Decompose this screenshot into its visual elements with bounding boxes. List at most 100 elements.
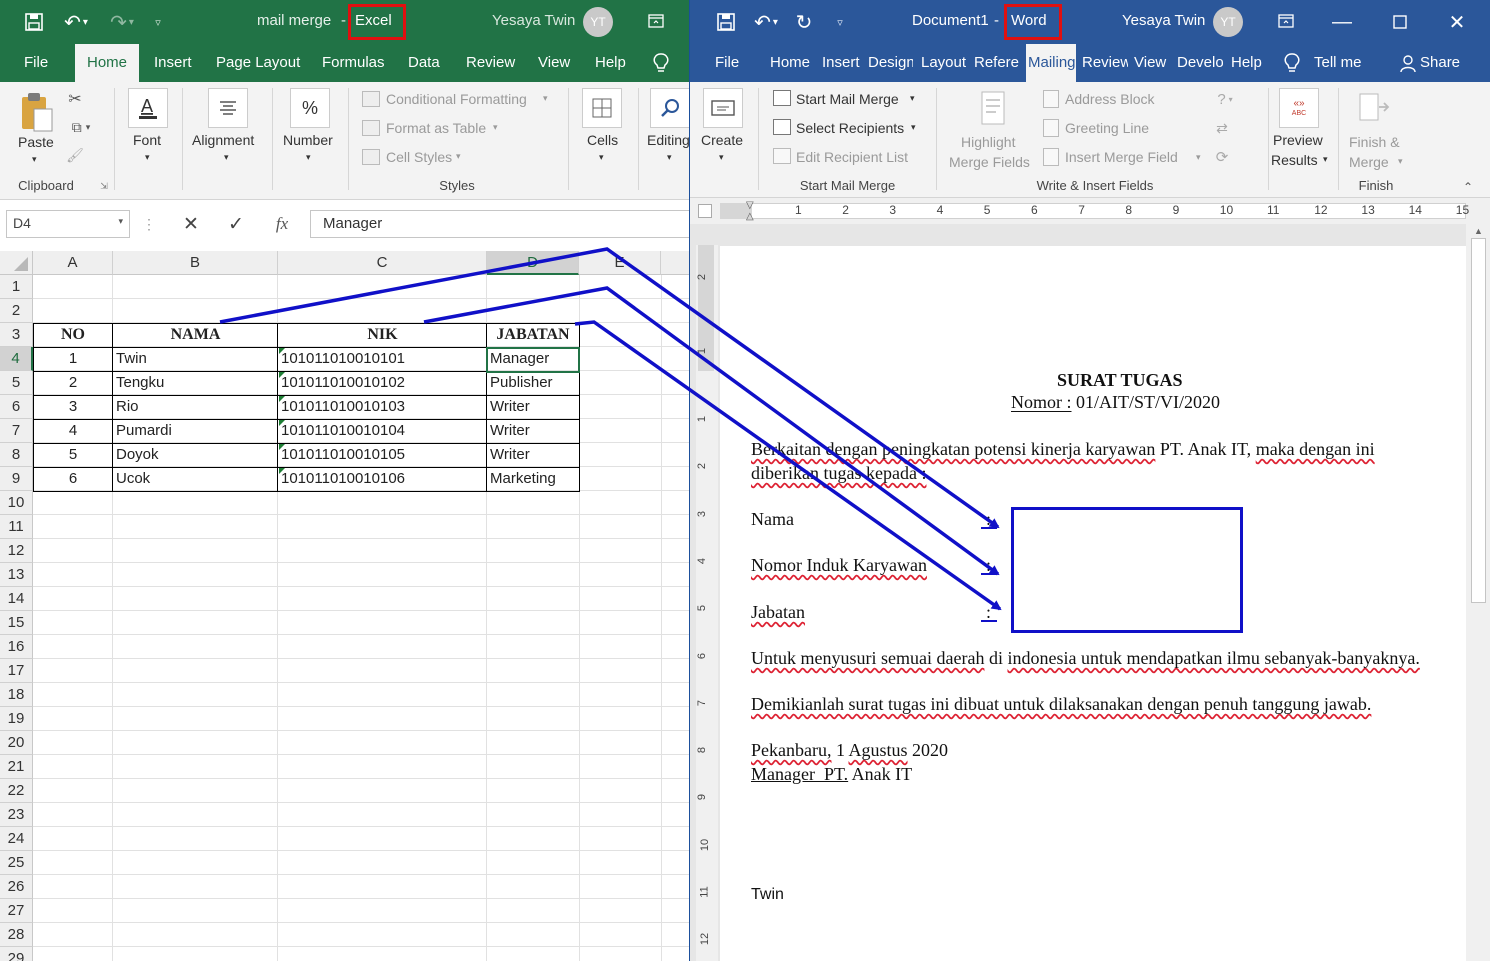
table-cell-jabatan[interactable]: Marketing	[487, 467, 579, 491]
close-icon[interactable]: ✕	[1445, 10, 1469, 34]
tab-insert[interactable]: Insert	[822, 44, 860, 82]
start-mail-merge-button[interactable]: Start Mail Merge	[796, 91, 899, 107]
number-as-text-indicator[interactable]	[279, 444, 285, 450]
row-header[interactable]: 12	[0, 539, 33, 563]
row-header[interactable]: 14	[0, 587, 33, 611]
row-header[interactable]: 6	[0, 395, 33, 419]
table-cell-nama[interactable]: Twin	[113, 347, 278, 371]
tab-page-layout[interactable]: Page Layout	[216, 44, 300, 82]
row-header[interactable]: 21	[0, 755, 33, 779]
number-as-text-indicator[interactable]	[279, 348, 285, 354]
row-header[interactable]: 3	[0, 323, 33, 347]
envelope-icon[interactable]	[703, 88, 743, 128]
tab-insert[interactable]: Insert	[154, 44, 192, 82]
editing-button[interactable]: Editing	[647, 132, 689, 148]
alignment-dropdown-icon[interactable]: ▾	[224, 152, 229, 163]
column-header-d[interactable]: D	[487, 251, 579, 275]
number-as-text-indicator[interactable]	[279, 420, 285, 426]
row-header[interactable]: 1	[0, 275, 33, 299]
row-header[interactable]: 29	[0, 947, 33, 961]
preview-results-button[interactable]: Preview	[1273, 132, 1323, 148]
paste-dropdown-icon[interactable]: ▾	[32, 154, 37, 165]
insert-merge-field-button[interactable]: Insert Merge Field	[1065, 149, 1178, 165]
tab-developer[interactable]: Developer	[1177, 44, 1223, 82]
avatar[interactable]: YT	[583, 7, 613, 37]
vertical-scrollbar[interactable]: ▲	[1466, 224, 1490, 961]
table-cell-nama[interactable]: Ucok	[113, 467, 278, 491]
table-cell-no[interactable]: 4	[33, 419, 113, 443]
select-all-corner[interactable]	[0, 251, 33, 275]
address-block-button[interactable]: Address Block	[1065, 91, 1154, 107]
tab-formulas[interactable]: Formulas	[322, 44, 385, 82]
table-cell-nik[interactable]: 101011010010105	[278, 443, 487, 467]
row-header[interactable]: 26	[0, 875, 33, 899]
table-cell-no[interactable]: 5	[33, 443, 113, 467]
editing-dropdown-icon[interactable]: ▾	[667, 152, 672, 163]
cut-icon[interactable]: ✂	[66, 90, 84, 108]
select-recipients-button[interactable]: Select Recipients	[796, 120, 904, 136]
row-header[interactable]: 17	[0, 659, 33, 683]
select-recipients-dropdown-icon[interactable]: ▾	[911, 122, 916, 133]
tab-mailings[interactable]: Mailings	[1026, 44, 1076, 82]
start-mail-merge-dropdown-icon[interactable]: ▾	[910, 93, 915, 104]
row-header[interactable]: 22	[0, 779, 33, 803]
paste-button[interactable]: Paste	[18, 134, 54, 150]
table-cell-jabatan[interactable]: Writer	[487, 443, 579, 467]
finish-merge-dropdown-icon[interactable]: ▾	[1398, 156, 1403, 167]
table-cell-nama[interactable]: Pumardi	[113, 419, 278, 443]
table-cell-no[interactable]: 6	[33, 467, 113, 491]
edit-recipient-list-button[interactable]: Edit Recipient List	[796, 149, 908, 165]
indent-marker[interactable]: △	[746, 211, 754, 222]
create-dropdown-icon[interactable]: ▾	[719, 152, 724, 163]
column-header-e[interactable]: E	[579, 251, 661, 275]
avatar[interactable]: YT	[1213, 7, 1243, 37]
conditional-formatting-dropdown-icon[interactable]: ▾	[543, 93, 548, 104]
formula-input[interactable]: Manager	[310, 210, 689, 238]
row-header[interactable]: 11	[0, 515, 33, 539]
tab-layout[interactable]: Layout	[921, 44, 967, 82]
format-as-table-button[interactable]: Format as Table	[386, 120, 486, 136]
tab-data[interactable]: Data	[408, 44, 440, 82]
row-header[interactable]: 10	[0, 491, 33, 515]
tab-view[interactable]: View	[1134, 44, 1170, 82]
table-cell-jabatan[interactable]: Writer	[487, 395, 579, 419]
cell-styles-button[interactable]: Cell Styles	[386, 149, 452, 165]
insert-function-icon[interactable]: fx	[268, 212, 296, 236]
create-button[interactable]: Create	[701, 132, 743, 148]
tab-file[interactable]: File	[24, 44, 48, 82]
tab-file[interactable]: File	[715, 44, 739, 82]
customize-qat-icon[interactable]: ▿	[148, 10, 168, 34]
finish-merge-button-line2[interactable]: Merge	[1349, 154, 1389, 170]
lightbulb-icon[interactable]	[1281, 52, 1303, 74]
share-icon[interactable]	[1398, 53, 1418, 75]
preview-results-icon[interactable]: «» ABC	[1279, 88, 1319, 128]
redo-icon[interactable]: ↷ ▾	[104, 10, 140, 34]
document-page[interactable]: SURAT TUGAS Nomor : 01/AIT/ST/VI/2020 Be…	[720, 246, 1466, 961]
row-header[interactable]: 28	[0, 923, 33, 947]
lightbulb-icon[interactable]	[650, 52, 672, 74]
row-header[interactable]: 2	[0, 299, 33, 323]
copy-icon[interactable]: ⧉ ▾	[64, 118, 98, 136]
row-header[interactable]: 27	[0, 899, 33, 923]
cancel-icon[interactable]: ✕	[180, 212, 202, 236]
indent-marker[interactable]: ▽	[746, 200, 754, 211]
greeting-line-button[interactable]: Greeting Line	[1065, 120, 1149, 136]
repeat-icon[interactable]: ↻	[792, 10, 816, 34]
cells-button[interactable]: Cells	[587, 132, 618, 148]
collapse-ribbon-icon[interactable]: ⌃	[1460, 180, 1476, 194]
save-icon[interactable]	[714, 10, 738, 34]
undo-icon[interactable]: ↶ ▾	[58, 10, 94, 34]
row-header[interactable]: 8	[0, 443, 33, 467]
horizontal-ruler[interactable]: ▽ △ 1 2 3 4 5 6 7 8 9 10 11 12 13 14 15	[690, 198, 1490, 224]
font-color-icon[interactable]: A	[128, 88, 168, 128]
highlight-merge-fields-button-line2[interactable]: Merge Fields	[949, 154, 1030, 170]
find-icon[interactable]	[650, 88, 689, 128]
row-header[interactable]: 9	[0, 467, 33, 491]
share-button[interactable]: Share	[1420, 44, 1460, 82]
user-name[interactable]: Yesaya Twin	[492, 12, 575, 29]
row-header[interactable]: 25	[0, 851, 33, 875]
more-options-icon[interactable]: ⋮	[142, 214, 156, 234]
save-icon[interactable]	[22, 10, 46, 34]
row-header[interactable]: 5	[0, 371, 33, 395]
row-header[interactable]: 24	[0, 827, 33, 851]
